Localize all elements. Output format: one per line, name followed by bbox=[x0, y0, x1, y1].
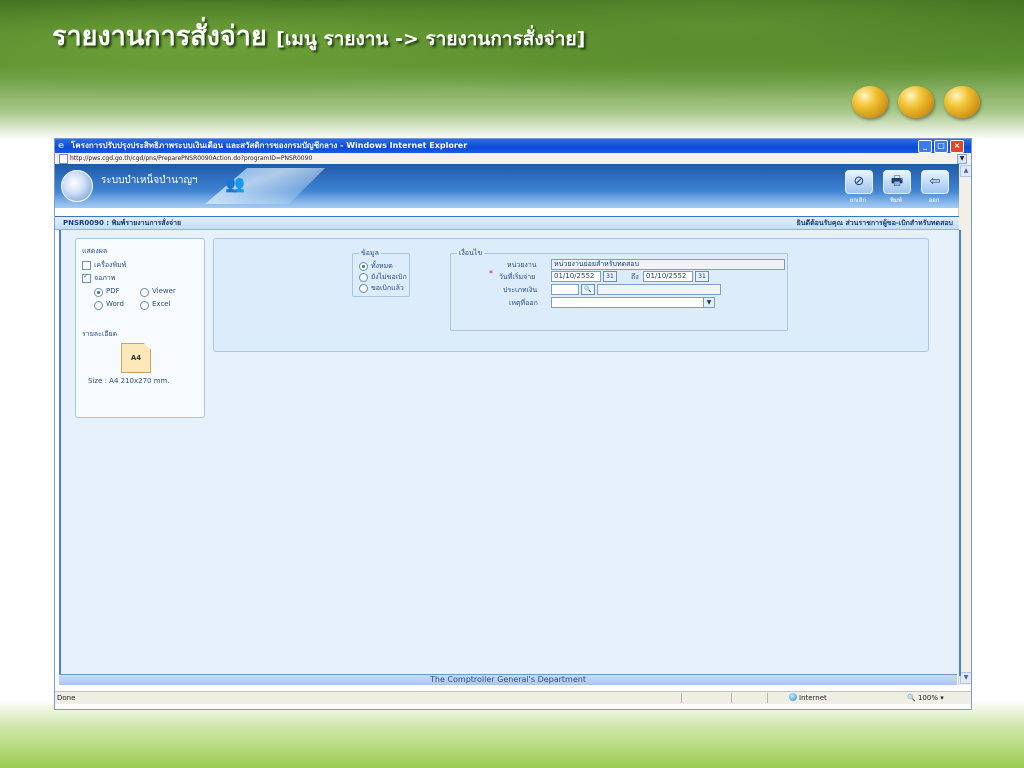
status-separator bbox=[767, 693, 768, 703]
display-options-panel: แสดงผล เครื่องพิมพ์ จอภาพ PDF Viewer Wor… bbox=[75, 238, 205, 418]
detail-heading: รายละเอียด bbox=[82, 330, 118, 338]
ie-logo-icon: e bbox=[58, 141, 65, 151]
address-dropdown-icon[interactable]: ▼ bbox=[957, 154, 967, 164]
data-group-legend: ข้อมูล bbox=[359, 248, 381, 259]
money-type-search-icon[interactable]: 🔍 bbox=[581, 284, 595, 295]
start-date-label: วันที่เริ่มจ่าย bbox=[499, 273, 536, 281]
minimize-button[interactable]: _ bbox=[918, 140, 932, 153]
close-button[interactable]: × bbox=[950, 140, 964, 153]
browser-title: โครงการปรับปรุงประสิทธิภาพระบบเงินเดือน … bbox=[71, 141, 468, 150]
decorative-balls bbox=[852, 86, 982, 122]
data-radio-all[interactable] bbox=[359, 262, 368, 271]
app-header: ระบบบำเหน็จบำนาญฯ 👥 ⊘ ยกเลิก 🖶 พิมพ์ ⇦ อ… bbox=[55, 164, 959, 208]
paper-size-text: Size : A4 210x270 mm. bbox=[88, 377, 170, 385]
format-radio-word[interactable] bbox=[94, 301, 103, 310]
data-radio-requested[interactable] bbox=[359, 284, 368, 293]
money-type-code-field[interactable] bbox=[551, 284, 579, 295]
display-heading: แสดงผล bbox=[82, 247, 108, 255]
exit-label[interactable]: ออก bbox=[916, 195, 952, 205]
print-label[interactable]: พิมพ์ bbox=[878, 195, 914, 205]
start-date-field[interactable]: 01/10/2552 bbox=[551, 271, 601, 282]
status-text: Done bbox=[57, 694, 76, 702]
slide-title: รายงานการสั่งจ่าย [เมนู รายงาน -> รายงาน… bbox=[52, 14, 585, 57]
page-icon bbox=[59, 154, 68, 164]
end-date-calendar-icon[interactable]: 31 bbox=[695, 271, 709, 282]
page-title: PNSR0090 : พิมพ์รายงานการสั่งจ่าย bbox=[63, 219, 182, 227]
app-body: แสดงผล เครื่องพิมพ์ จอภาพ PDF Viewer Wor… bbox=[59, 230, 961, 676]
unit-label: หน่วยงาน bbox=[507, 261, 537, 269]
printer-label: เครื่องพิมพ์ bbox=[94, 261, 127, 269]
slide-title-main: รายงานการสั่งจ่าย bbox=[52, 21, 267, 52]
globe-icon bbox=[789, 693, 797, 701]
unit-field[interactable]: หน่วยงานย่อยสำหรับทดสอบ bbox=[551, 259, 785, 270]
format-radio-pdf[interactable] bbox=[94, 288, 103, 297]
zoom-value[interactable]: 100% bbox=[918, 694, 938, 702]
department-logo-icon bbox=[61, 170, 93, 202]
exit-reason-select[interactable]: ▼ bbox=[551, 297, 715, 308]
data-label-requested: ขอเบิกแล้ว bbox=[371, 284, 404, 292]
data-label-all: ทั้งหมด bbox=[371, 262, 393, 270]
screen-checkbox[interactable] bbox=[82, 272, 91, 283]
format-radio-viewer[interactable] bbox=[140, 288, 149, 297]
internet-zone: Internet bbox=[789, 692, 827, 704]
format-label-viewer: Viewer bbox=[152, 287, 176, 295]
slide-title-sub: [เมนู รายงาน -> รายงานการสั่งจ่าย] bbox=[276, 28, 586, 50]
system-name: ระบบบำเหน็จบำนาญฯ bbox=[101, 175, 198, 186]
required-mark: * bbox=[489, 269, 493, 278]
app-footer: The Comptroller General's Department bbox=[59, 674, 957, 685]
exit-button[interactable]: ⇦ bbox=[921, 170, 949, 194]
data-group: ข้อมูล ทั้งหมด ยังไม่ขอเบิก ขอเบิกแล้ว bbox=[352, 248, 410, 297]
browser-window: e โครงการปรับปรุงประสิทธิภาพระบบเงินเดือ… bbox=[54, 138, 972, 710]
format-radio-excel[interactable] bbox=[140, 301, 149, 310]
format-label-word: Word bbox=[106, 300, 124, 308]
gold-ball-icon bbox=[944, 86, 980, 118]
print-button[interactable]: 🖶 bbox=[883, 170, 911, 194]
data-label-not-requested: ยังไม่ขอเบิก bbox=[371, 273, 407, 281]
screen-label: จอภาพ bbox=[94, 274, 116, 282]
to-label: ถึง bbox=[631, 273, 639, 281]
scroll-down-icon[interactable]: ▼ bbox=[960, 672, 971, 684]
browser-statusbar: Done Internet 🔍 100% ▾ bbox=[55, 691, 971, 704]
condition-group: เงื่อนไข หน่วยงาน หน่วยงานย่อยสำหรับทดสอ… bbox=[450, 248, 788, 331]
cancel-label[interactable]: ยกเลิก bbox=[840, 195, 876, 205]
money-type-label: ประเภทเงิน bbox=[503, 286, 538, 294]
status-separator bbox=[731, 693, 732, 703]
people-money-icon: 👥 bbox=[225, 174, 245, 193]
zone-label: Internet bbox=[799, 694, 827, 702]
page-title-bar: PNSR0090 : พิมพ์รายงานการสั่งจ่าย ยินดีต… bbox=[55, 216, 959, 230]
condition-group-legend: เงื่อนไข bbox=[457, 248, 485, 259]
report-criteria-panel: ข้อมูล ทั้งหมด ยังไม่ขอเบิก ขอเบิกแล้ว เ… bbox=[213, 238, 929, 352]
scroll-up-icon[interactable]: ▲ bbox=[960, 165, 971, 177]
printer-checkbox[interactable] bbox=[82, 261, 91, 270]
gold-ball-icon bbox=[852, 86, 888, 118]
exit-reason-label: เหตุที่ออก bbox=[509, 299, 538, 307]
welcome-text: ยินดีต้อนรับคุณ ส่วนราชการผู้ขอ-เบิกสำหร… bbox=[796, 219, 953, 227]
exit-door-icon: ⇦ bbox=[929, 174, 941, 189]
format-label-pdf: PDF bbox=[106, 287, 120, 295]
start-date-calendar-icon[interactable]: 31 bbox=[603, 271, 617, 282]
header-wave bbox=[55, 192, 959, 208]
zoom-control[interactable]: 🔍 100% ▾ bbox=[907, 692, 944, 704]
money-type-name-field bbox=[597, 284, 721, 295]
paper-a4-icon: A4 bbox=[121, 343, 151, 373]
browser-titlebar: e โครงการปรับปรุงประสิทธิภาพระบบเงินเดือ… bbox=[55, 139, 971, 153]
maximize-button[interactable]: □ bbox=[934, 140, 948, 153]
chevron-down-icon[interactable]: ▼ bbox=[703, 298, 714, 307]
cancel-button[interactable]: ⊘ bbox=[845, 170, 873, 194]
slide-footer-background bbox=[0, 700, 1024, 768]
data-radio-not-requested[interactable] bbox=[359, 273, 368, 282]
address-url[interactable]: http://pws.cgd.go.th/cgd/pns/PreparePNSR… bbox=[70, 153, 312, 164]
printer-icon: 🖶 bbox=[890, 174, 904, 189]
status-separator bbox=[681, 693, 682, 703]
format-label-excel: Excel bbox=[152, 300, 171, 308]
cancel-icon: ⊘ bbox=[853, 174, 865, 189]
end-date-field[interactable]: 01/10/2552 bbox=[643, 271, 693, 282]
gold-ball-icon bbox=[898, 86, 934, 118]
